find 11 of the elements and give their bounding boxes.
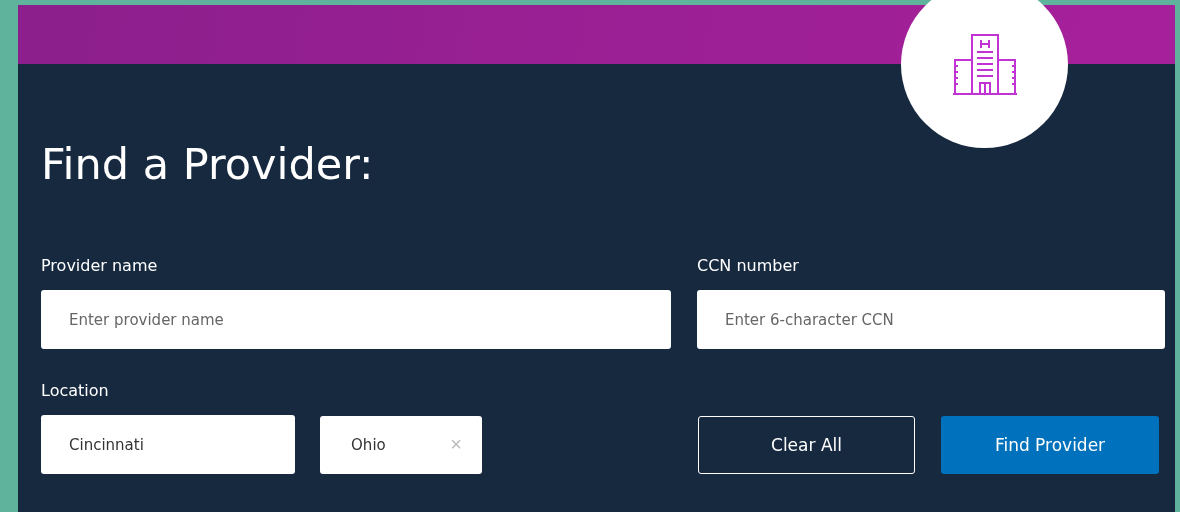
city-field[interactable]: Cincinnati <box>41 415 296 474</box>
provider-name-field[interactable]: Enter provider name <box>41 290 671 349</box>
field-label: Provider name <box>41 256 158 277</box>
field-label: CCN number <box>697 256 799 277</box>
find-provider-button[interactable]: Find Provider <box>941 415 1159 474</box>
building-icon <box>951 33 1018 96</box>
state-select[interactable]: Ohio × <box>320 415 482 474</box>
field-label: Location <box>41 381 109 402</box>
clear-all-button[interactable]: Clear All <box>698 415 915 474</box>
page-title: Find a Provider: <box>41 138 375 191</box>
ccn-number-field[interactable]: Enter 6-character CCN <box>697 290 1165 349</box>
